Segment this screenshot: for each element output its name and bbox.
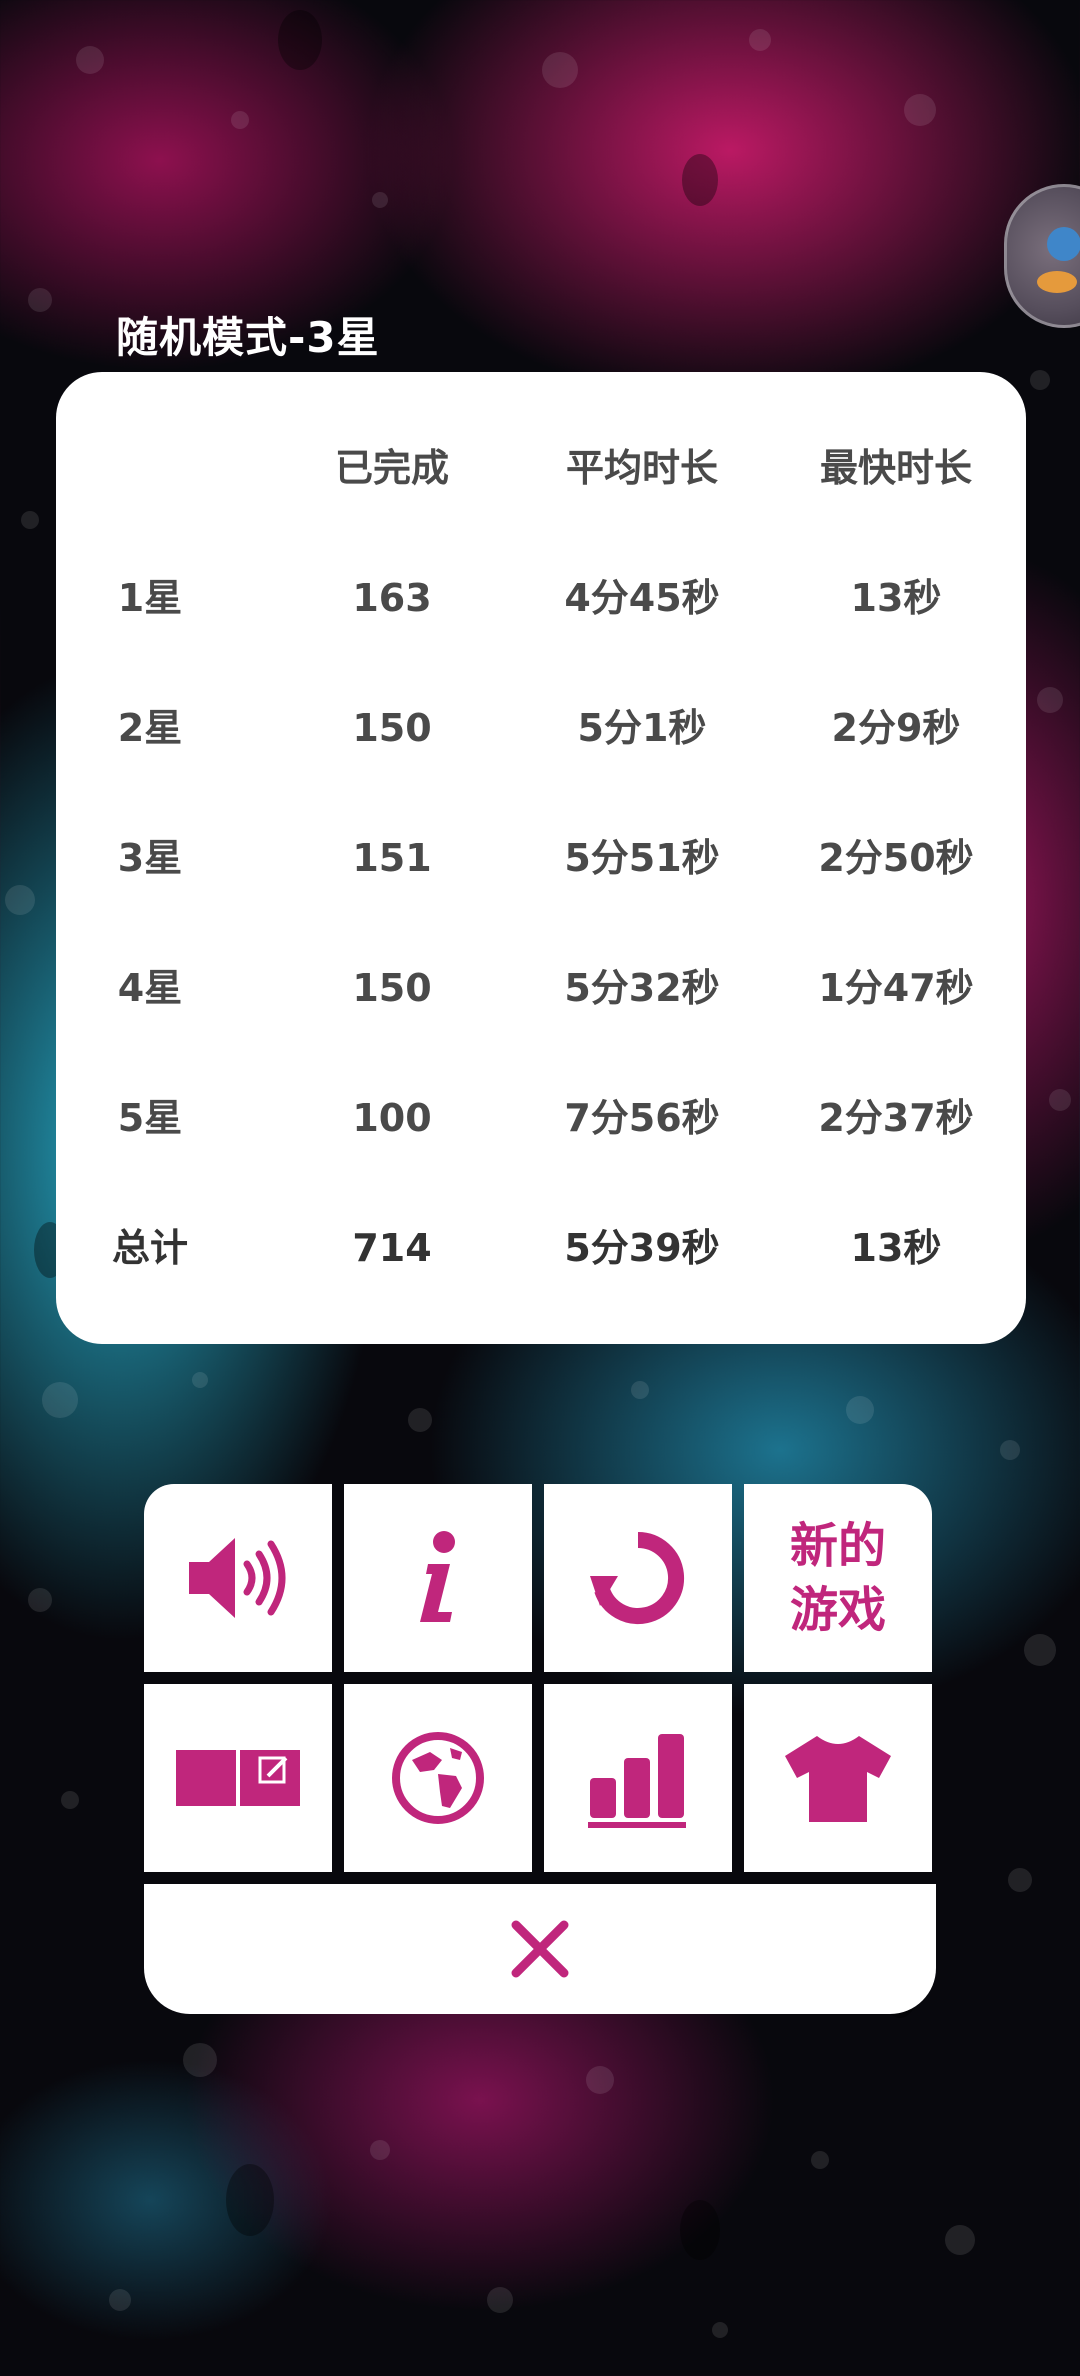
globe-icon [392, 1732, 484, 1824]
total-completed: 714 [352, 1226, 432, 1270]
stats-total-row: 总计 714 5分39秒 13秒 [56, 1208, 1026, 1288]
new-game-label: 新的游戏 [789, 1518, 886, 1638]
new-game-button[interactable]: 新的游戏 [744, 1484, 932, 1672]
theme-button[interactable] [744, 1684, 932, 1872]
completed-count: 150 [352, 706, 432, 750]
stats-icon [588, 1734, 686, 1828]
notes-button[interactable] [144, 1684, 332, 1872]
average-time: 4分45秒 [564, 576, 720, 620]
column-header-completed: 已完成 [334, 446, 449, 490]
fastest-time: 2分50秒 [818, 836, 974, 880]
total-fastest-time: 13秒 [850, 1226, 942, 1270]
average-time: 5分51秒 [564, 836, 720, 880]
row-label: 2星 [117, 706, 183, 750]
sound-icon [189, 1538, 286, 1618]
fastest-time: 13秒 [850, 576, 942, 620]
statistics-button[interactable] [544, 1684, 732, 1872]
stats-header-row: 已完成 平均时长 最快时长 [56, 428, 1026, 508]
average-time: 7分56秒 [564, 1096, 720, 1140]
row-label: 5星 [117, 1096, 183, 1140]
fastest-time: 2分37秒 [818, 1096, 974, 1140]
completed-count: 151 [352, 836, 432, 880]
close-button[interactable] [144, 1884, 936, 2014]
fastest-time: 2分9秒 [831, 706, 961, 750]
floating-avatar-button[interactable] [1004, 184, 1080, 328]
restart-icon [590, 1532, 685, 1624]
completed-count: 100 [352, 1096, 432, 1140]
avatar-beak [1037, 271, 1077, 293]
notes-icon [176, 1750, 300, 1806]
row-label: 3星 [117, 836, 183, 880]
globe-button[interactable] [344, 1684, 532, 1872]
column-header-level [92, 428, 208, 508]
stats-row: 3星 151 5分51秒 2分50秒 [56, 818, 1026, 898]
fastest-time: 1分47秒 [818, 966, 974, 1010]
column-header-average: 平均时长 [565, 446, 718, 490]
shirt-icon [785, 1736, 891, 1822]
info-icon [420, 1531, 455, 1622]
total-label: 总计 [111, 1226, 188, 1270]
close-icon [511, 1920, 569, 1978]
row-label: 4星 [117, 966, 183, 1010]
average-time: 5分32秒 [564, 966, 720, 1010]
completed-count: 150 [352, 966, 432, 1010]
restart-button[interactable] [544, 1484, 732, 1672]
stats-row: 1星 163 4分45秒 13秒 [56, 558, 1026, 638]
stats-card: 已完成 平均时长 最快时长 1星 163 4分45秒 13秒 2星 150 5分… [56, 372, 1026, 1344]
completed-count: 163 [352, 576, 432, 620]
stats-row: 4星 150 5分32秒 1分47秒 [56, 948, 1026, 1028]
stats-row: 2星 150 5分1秒 2分9秒 [56, 688, 1026, 768]
avatar-icon [1047, 227, 1080, 261]
column-header-fastest: 最快时长 [819, 446, 972, 490]
stats-row: 5星 100 7分56秒 2分37秒 [56, 1078, 1026, 1158]
average-time: 5分1秒 [577, 706, 707, 750]
info-button[interactable] [344, 1484, 532, 1672]
sound-button[interactable] [144, 1484, 332, 1672]
page-title: 随机模式-3星 [116, 313, 380, 362]
total-average-time: 5分39秒 [564, 1226, 720, 1270]
row-label: 1星 [117, 576, 183, 620]
